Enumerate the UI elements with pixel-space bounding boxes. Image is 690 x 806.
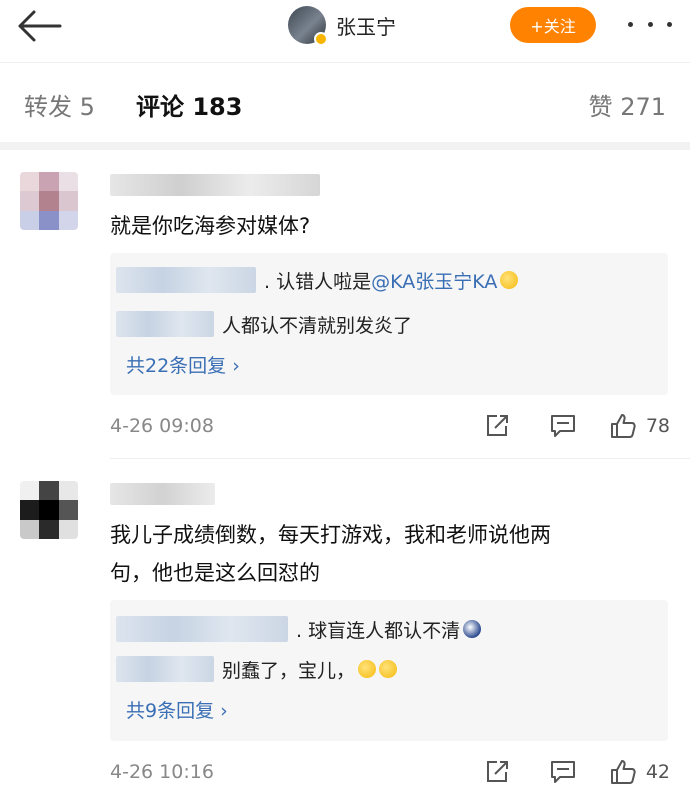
reply-item[interactable]: 别蠢了，宝儿， [116, 652, 398, 686]
tab-repost-label: 转发 [24, 93, 72, 121]
reply-comment-icon[interactable] [546, 413, 580, 439]
reply-item[interactable]: . 球盲连人都认不清 [116, 612, 482, 646]
share-icon[interactable] [480, 759, 514, 785]
comment-actions: 78 [480, 411, 670, 441]
comment-meta: 4-26 09:08 78 [110, 411, 670, 441]
tab-comments-count: 183 [192, 93, 243, 121]
like-icon[interactable] [606, 412, 640, 440]
reply-comment-icon[interactable] [546, 759, 580, 785]
back-arrow-icon[interactable] [14, 6, 64, 46]
reply-author-blurred [116, 267, 256, 293]
tab-repost[interactable]: 转发 5 [24, 87, 95, 122]
tab-bar: 转发 5 评论 183 赞 271 [0, 62, 690, 142]
view-more-replies-link[interactable]: 共22条回复 › [126, 351, 240, 378]
tab-comments[interactable]: 评论 183 [136, 87, 242, 122]
commenter-avatar[interactable] [20, 481, 78, 539]
like-count: 42 [645, 761, 670, 783]
commenter-name-blurred[interactable] [110, 483, 215, 505]
reply-item[interactable]: 人都认不清就别发炎了 [116, 307, 412, 341]
top-bar: 张玉宁 +关注 [0, 0, 690, 62]
reply-author-blurred [116, 311, 214, 337]
reply-text: . 球盲连人都认不清 [296, 619, 461, 642]
reply-text: . 认错人啦是 [264, 270, 372, 293]
comment-item: 就是你吃海参对媒体? . 认错人啦是 @KA张玉宁KA 人都认不清就别发炎了 共… [0, 150, 690, 455]
comment-item: 我儿子成绩倒数，每天打游戏，我和老师说他两 句，他也是这么回怼的 . 球盲连人都… [0, 459, 690, 806]
tab-repost-count: 5 [79, 93, 95, 121]
comment-text: 我儿子成绩倒数，每天打游戏，我和老师说他两 句，他也是这么回怼的 [110, 516, 670, 592]
section-divider [0, 142, 690, 150]
comment-text: 就是你吃海参对媒体? [110, 214, 311, 238]
commenter-name-blurred[interactable] [110, 174, 320, 196]
tab-likes-count: 271 [620, 93, 666, 121]
reply-preview[interactable]: . 认错人啦是 @KA张玉宁KA 人都认不清就别发炎了 共22条回复 › [110, 253, 668, 395]
reply-text: 别蠢了，宝儿， [222, 659, 356, 682]
share-icon[interactable] [480, 413, 514, 439]
reply-author-blurred [116, 616, 288, 642]
comment-actions: 42 [480, 757, 670, 787]
author-name[interactable]: 张玉宁 [336, 11, 396, 40]
reply-text: 人都认不清就别发炎了 [222, 314, 413, 337]
reply-preview[interactable]: . 球盲连人都认不清 别蠢了，宝儿， 共9条回复 › [110, 600, 668, 741]
comment-meta: 4-26 10:16 42 [110, 757, 670, 787]
comment-timestamp: 4-26 10:16 [110, 761, 214, 783]
like-icon[interactable] [606, 758, 640, 786]
smiling-face-emoji-icon [379, 660, 398, 678]
tab-comments-label: 评论 [136, 93, 184, 121]
comment-text-line: 我儿子成绩倒数，每天打游戏，我和老师说他两 [110, 523, 551, 547]
avatar[interactable] [288, 6, 328, 46]
comment-text-line: 句，他也是这么回怼的 [110, 561, 320, 585]
reply-author-blurred [116, 656, 214, 682]
smiling-face-emoji-icon [358, 660, 377, 678]
comment-timestamp: 4-26 09:08 [110, 415, 214, 437]
commenter-avatar[interactable] [20, 172, 78, 230]
laughing-tears-emoji-icon [500, 271, 519, 289]
tab-likes[interactable]: 赞 271 [589, 87, 666, 122]
post-author[interactable]: 张玉宁 [288, 4, 396, 46]
follow-button[interactable]: +关注 [510, 7, 596, 43]
reply-item[interactable]: . 认错人啦是 @KA张玉宁KA [116, 263, 519, 297]
more-options-icon[interactable] [628, 8, 672, 40]
verified-badge-icon [314, 32, 328, 46]
tab-likes-label: 赞 [588, 93, 613, 121]
dizzy-face-emoji-icon [463, 620, 482, 638]
reply-mention-link[interactable]: @KA张玉宁KA [371, 267, 497, 294]
view-more-replies-link[interactable]: 共9条回复 › [126, 696, 228, 723]
like-count: 78 [645, 415, 670, 437]
